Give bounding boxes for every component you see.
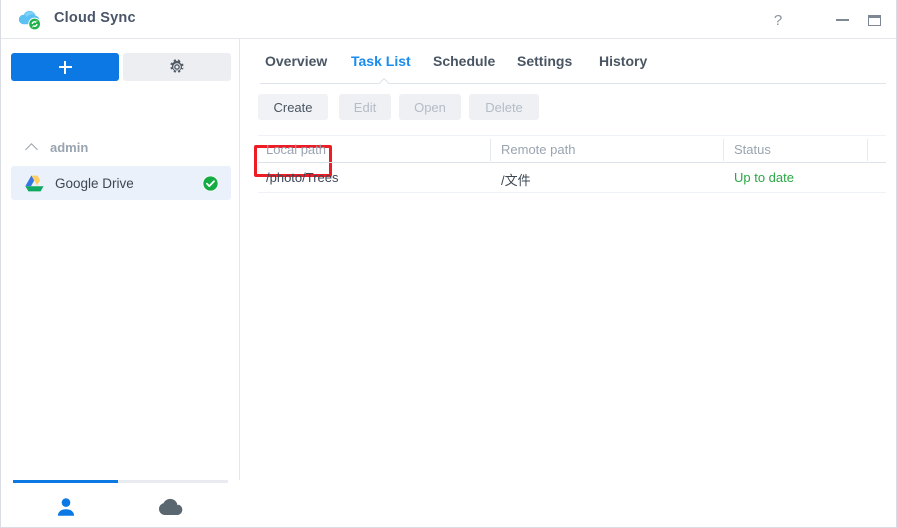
tab-label: Task List bbox=[351, 53, 411, 69]
tab-schedule[interactable]: Schedule bbox=[433, 39, 495, 83]
maximize-button[interactable] bbox=[862, 8, 886, 32]
plus-icon bbox=[58, 60, 72, 74]
bottom-nav-cloud-button[interactable] bbox=[141, 490, 201, 524]
sidebar-item-label: Google Drive bbox=[55, 175, 134, 191]
bottom-nav-accounts-button[interactable] bbox=[36, 490, 96, 524]
add-connection-button[interactable] bbox=[11, 53, 119, 81]
cloud-sync-icon bbox=[18, 10, 41, 31]
chevron-up-icon bbox=[26, 141, 38, 153]
sidebar-group-admin[interactable]: admin bbox=[1, 135, 240, 159]
tab-overview[interactable]: Overview bbox=[265, 39, 327, 83]
column-header-remote-path[interactable]: Remote path bbox=[501, 142, 575, 157]
tab-bar: Overview Task List Schedule Settings His… bbox=[241, 39, 896, 84]
edit-button[interactable]: Edit bbox=[339, 94, 391, 120]
cell-local-path: /photo/Trees bbox=[266, 170, 339, 185]
window-title: Cloud Sync bbox=[54, 10, 136, 26]
google-drive-icon bbox=[25, 175, 44, 191]
delete-button[interactable]: Delete bbox=[469, 94, 539, 120]
sidebar: admin Google Drive bbox=[1, 39, 240, 527]
create-button[interactable]: Create bbox=[258, 94, 328, 120]
sidebar-item-google-drive[interactable]: Google Drive bbox=[11, 166, 231, 200]
tab-settings[interactable]: Settings bbox=[517, 39, 572, 83]
column-divider[interactable] bbox=[490, 139, 491, 161]
task-toolbar: Create Edit Open Delete bbox=[241, 89, 896, 177]
help-icon: ? bbox=[773, 11, 783, 29]
bottom-nav-active-indicator bbox=[13, 480, 118, 483]
maximize-icon bbox=[867, 14, 881, 26]
cell-status: Up to date bbox=[734, 170, 794, 185]
minimize-icon bbox=[835, 19, 849, 21]
minimize-button[interactable] bbox=[830, 8, 854, 32]
table-row[interactable]: /photo/Trees /文件 Up to date bbox=[258, 163, 886, 193]
column-header-status[interactable]: Status bbox=[734, 142, 771, 157]
active-tab-indicator bbox=[377, 77, 391, 84]
tab-label: Settings bbox=[517, 53, 573, 69]
table-header-row: Local path Remote path Status bbox=[258, 135, 886, 163]
gear-icon bbox=[170, 59, 184, 73]
tab-bar-divider bbox=[260, 83, 886, 84]
tab-label: History bbox=[599, 53, 648, 69]
content-area: Overview Task List Schedule Settings His… bbox=[241, 39, 896, 527]
user-icon bbox=[57, 498, 75, 516]
title-bar: Cloud Sync ? bbox=[1, 0, 896, 39]
tab-label: Schedule bbox=[433, 53, 496, 69]
help-button[interactable]: ? bbox=[766, 8, 790, 32]
connection-settings-button[interactable] bbox=[123, 53, 231, 81]
column-header-local-path[interactable]: Local path bbox=[266, 142, 326, 157]
sidebar-bottom-nav bbox=[1, 480, 240, 527]
tab-label: Overview bbox=[265, 53, 328, 69]
create-button-label: Create bbox=[273, 99, 313, 115]
delete-button-label: Delete bbox=[485, 99, 523, 115]
cloud-icon bbox=[159, 498, 183, 515]
column-divider[interactable] bbox=[723, 139, 724, 161]
check-circle-icon bbox=[202, 175, 219, 192]
column-divider[interactable] bbox=[867, 139, 868, 161]
cell-remote-path: /文件 bbox=[501, 173, 531, 188]
task-table: Local path Remote path Status /photo/Tre… bbox=[258, 135, 886, 193]
open-button[interactable]: Open bbox=[399, 94, 461, 120]
cloud-sync-window: Cloud Sync ? admin Google Drive Overview… bbox=[0, 0, 897, 528]
tab-history[interactable]: History bbox=[599, 39, 647, 83]
sidebar-group-label: admin bbox=[50, 139, 89, 155]
edit-button-label: Edit bbox=[353, 99, 377, 115]
open-button-label: Open bbox=[414, 99, 446, 115]
